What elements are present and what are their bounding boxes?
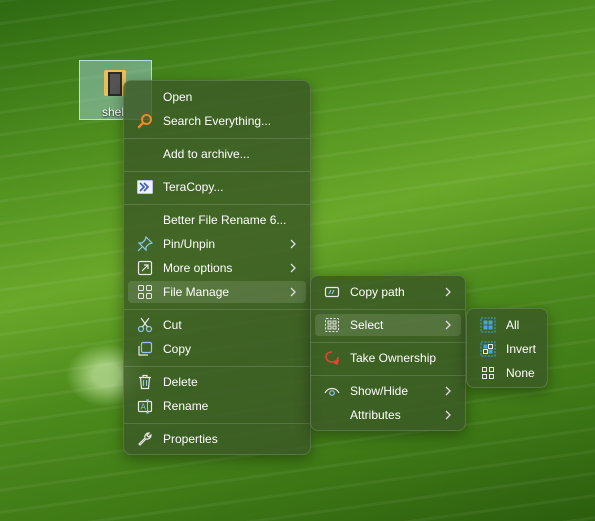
- select-none-icon: [482, 367, 494, 379]
- chevron-right-icon: [445, 410, 451, 420]
- chevron-right-icon: [290, 287, 296, 297]
- file-manage-submenu: Copy path Select Take Ownership Show/Hid…: [310, 275, 466, 431]
- separator: [124, 423, 310, 424]
- select-invert-icon: [480, 341, 496, 357]
- magnifier-icon: [137, 114, 152, 129]
- menu-item-delete[interactable]: Delete: [128, 371, 306, 393]
- menu-item-copy-path[interactable]: Copy path: [315, 281, 461, 303]
- scissors-icon: [137, 317, 153, 333]
- menu-item-label: More options: [163, 261, 233, 275]
- menu-item-teracopy[interactable]: TeraCopy...: [128, 176, 306, 198]
- chevron-right-icon: [290, 239, 296, 249]
- menu-item-add-to-archive[interactable]: Add to archive...: [128, 143, 306, 165]
- menu-item-select-none[interactable]: None: [471, 362, 543, 384]
- menu-item-select[interactable]: Select: [315, 314, 461, 336]
- chevron-right-icon: [290, 263, 296, 273]
- menu-item-show-hide[interactable]: Show/Hide: [315, 380, 461, 402]
- trash-icon: [139, 374, 151, 390]
- select-all-icon: [480, 317, 496, 333]
- menu-item-label: Better File Rename 6...: [163, 213, 287, 227]
- rename-icon: A: [137, 399, 153, 414]
- menu-item-better-file-rename[interactable]: Better File Rename 6...: [128, 209, 306, 231]
- teracopy-icon: [137, 180, 153, 194]
- menu-item-label: Invert: [506, 342, 537, 356]
- menu-item-label: Search Everything...: [163, 114, 272, 128]
- menu-item-label: Copy path: [350, 285, 405, 299]
- copy-path-icon: [324, 286, 340, 298]
- separator: [124, 366, 310, 367]
- separator: [124, 171, 310, 172]
- menu-item-more-options[interactable]: More options: [128, 257, 306, 279]
- separator: [311, 375, 465, 376]
- expand-icon: [137, 260, 153, 276]
- separator: [124, 204, 310, 205]
- menu-item-open[interactable]: Open: [128, 86, 306, 108]
- menu-item-label: File Manage: [163, 285, 230, 299]
- menu-item-select-all[interactable]: All: [471, 314, 543, 336]
- menu-item-label: None: [506, 366, 535, 380]
- wrench-icon: [138, 432, 152, 446]
- copy-icon: [138, 341, 153, 356]
- menu-item-label: Select: [350, 318, 384, 332]
- menu-item-label: Cut: [163, 318, 182, 332]
- menu-item-select-invert[interactable]: Invert: [471, 338, 543, 360]
- desktop-icon-label: shel: [102, 105, 125, 119]
- separator: [124, 309, 310, 310]
- menu-item-properties[interactable]: Properties: [128, 428, 306, 450]
- menu-item-label: Add to archive...: [163, 147, 250, 161]
- menu-item-label: Open: [163, 90, 193, 104]
- menu-item-label: Take Ownership: [350, 351, 437, 365]
- grid-icon: [138, 285, 152, 299]
- menu-item-label: Attributes: [350, 408, 401, 422]
- separator: [124, 138, 310, 139]
- menu-item-label: All: [506, 318, 520, 332]
- menu-item-take-ownership[interactable]: Take Ownership: [315, 347, 461, 369]
- eye-icon: [324, 387, 340, 396]
- menu-item-label: Rename: [163, 399, 209, 413]
- menu-item-search-everything[interactable]: Search Everything...: [128, 110, 306, 132]
- ownership-icon: [325, 351, 340, 366]
- menu-item-attributes[interactable]: Attributes: [315, 404, 461, 426]
- menu-item-file-manage[interactable]: File Manage: [128, 281, 306, 303]
- menu-item-copy[interactable]: Copy: [128, 338, 306, 360]
- menu-item-label: Delete: [163, 375, 198, 389]
- menu-item-label: Pin/Unpin: [163, 237, 216, 251]
- svg-text:A: A: [141, 403, 147, 412]
- separator: [311, 342, 465, 343]
- menu-item-label: Copy: [163, 342, 192, 356]
- select-submenu: All Invert None: [466, 308, 548, 388]
- chevron-right-icon: [445, 287, 451, 297]
- menu-item-rename[interactable]: A Rename: [128, 395, 306, 417]
- chevron-right-icon: [445, 320, 451, 330]
- menu-item-label: Show/Hide: [350, 384, 409, 398]
- menu-item-label: Properties: [163, 432, 218, 446]
- chevron-right-icon: [445, 386, 451, 396]
- separator: [311, 309, 465, 310]
- pin-icon: [137, 236, 153, 252]
- menu-item-label: TeraCopy...: [163, 180, 224, 194]
- menu-item-cut[interactable]: Cut: [128, 314, 306, 336]
- select-icon: [325, 318, 339, 332]
- menu-item-pin-unpin[interactable]: Pin/Unpin: [128, 233, 306, 255]
- context-menu: Open Search Everything... Add to archive…: [123, 80, 311, 455]
